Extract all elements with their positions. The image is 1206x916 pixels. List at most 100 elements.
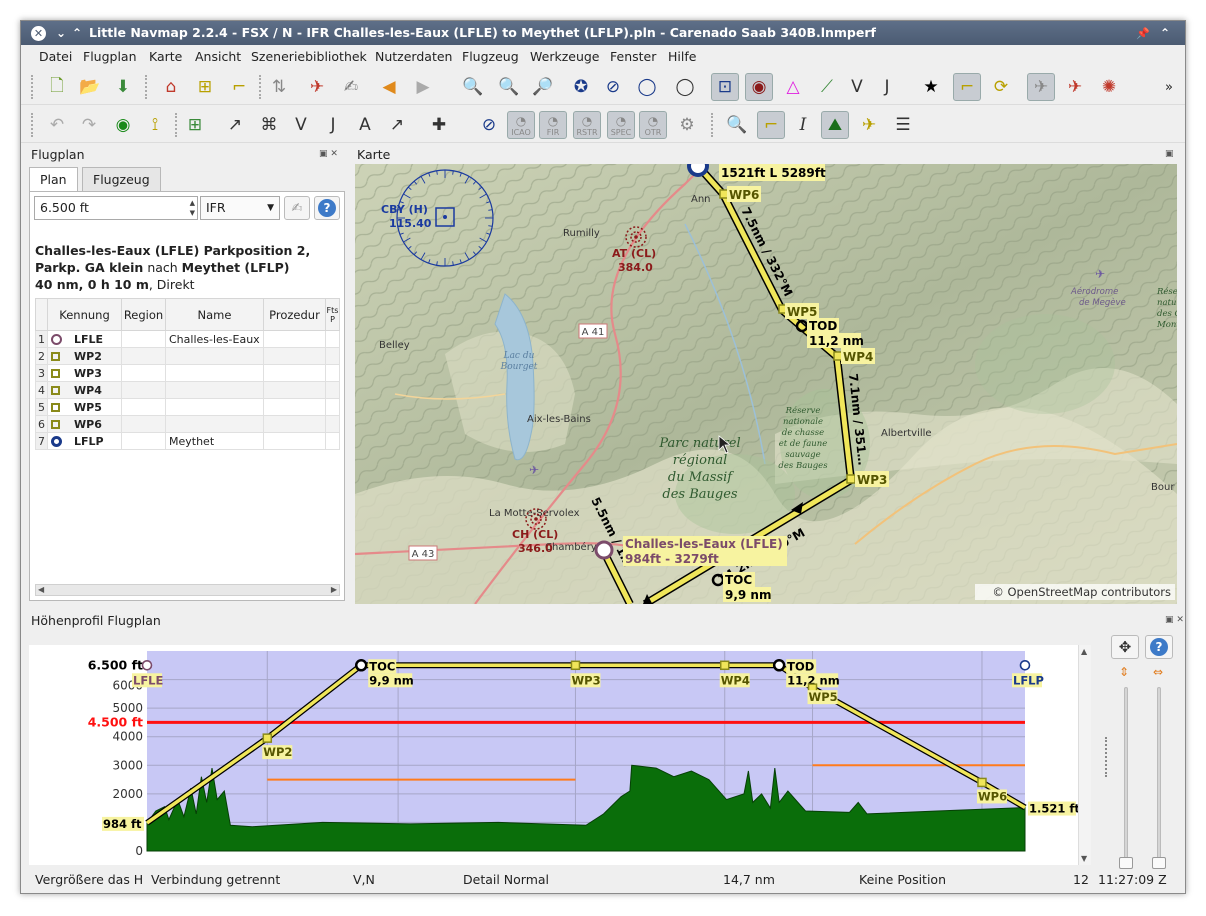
toc-icon[interactable] <box>354 659 368 672</box>
airspace-filter-icon[interactable]: ⚙ <box>673 111 701 139</box>
redo-icon[interactable]: ↷ <box>75 111 103 139</box>
edit-remarks-icon[interactable]: ✍ <box>284 196 310 220</box>
zoom-out-icon[interactable]: 🔍 <box>495 73 523 101</box>
show-airports-icon[interactable]: ◯ <box>671 73 699 101</box>
menu-karte[interactable]: Karte <box>149 49 182 64</box>
show-airspaces-icon[interactable]: ⊘ <box>475 111 503 139</box>
menu-ansicht[interactable]: Ansicht <box>195 49 241 64</box>
airspace-rstr-button[interactable]: ◔ RSTR <box>573 111 601 139</box>
route-leg-icon[interactable]: ⟟ <box>141 111 169 139</box>
flightplan-dock-buttons[interactable]: ▣ ✕ <box>319 149 338 159</box>
table-row[interactable]: 6 WP6 <box>35 415 340 433</box>
tab-flugzeug[interactable]: Flugzeug <box>82 167 161 191</box>
show-userpoints-icon[interactable]: ★ <box>917 73 945 101</box>
airspace-spec-button[interactable]: ◔ SPEC <box>607 111 635 139</box>
show-route-icon[interactable]: ⌐ <box>953 73 981 101</box>
waypoint-icon[interactable] <box>719 660 730 671</box>
tod-icon[interactable] <box>772 659 786 672</box>
calc-radio-icon[interactable]: ⌘ <box>255 111 283 139</box>
minimize-window-icon[interactable]: ⌄ <box>53 25 69 41</box>
zoom-to-plan-icon[interactable]: 🔎 <box>529 73 557 101</box>
menu-datei[interactable]: Datei <box>39 49 72 64</box>
calc-victor-icon[interactable]: V <box>287 111 315 139</box>
undo-icon[interactable]: ↶ <box>43 111 71 139</box>
col-name[interactable]: Name <box>165 298 264 331</box>
airport-icon[interactable] <box>141 659 153 671</box>
map-dock-buttons[interactable]: ▣ <box>1165 149 1174 159</box>
calculate-route-icon[interactable]: ⌐ <box>225 73 253 101</box>
map-canvas[interactable]: A 41 A 43 Ann Rumilly Belley Aix-les-Bai… <box>355 164 1177 604</box>
forward-icon[interactable]: ▶ <box>409 73 437 101</box>
destination-airport-icon[interactable] <box>1019 659 1031 671</box>
table-row[interactable]: 5 WP5 <box>35 398 340 416</box>
delete-leg-icon[interactable]: ✈ <box>303 73 331 101</box>
new-flightplan-icon[interactable]: 🗋 <box>43 73 71 101</box>
menu-werkzeuge[interactable]: Werkzeuge <box>530 49 600 64</box>
route-type-select[interactable]: IFR ▼ <box>200 196 280 220</box>
destination-airport-icon[interactable] <box>687 164 709 177</box>
airspace-otr-button[interactable]: ◔ OTR <box>639 111 667 139</box>
scroll-up-icon[interactable]: ▲ <box>1081 647 1087 656</box>
horizontal-zoom-slider[interactable] <box>1157 687 1161 863</box>
menu-szeneriebibliothek[interactable]: Szeneriebibliothek <box>251 49 367 64</box>
calc-direct-icon[interactable]: ↗ <box>221 111 249 139</box>
keep-above-icon[interactable]: ⌃ <box>1157 25 1173 41</box>
dock-splitter[interactable] <box>1105 737 1111 777</box>
profile-canvas[interactable]: 6000500040003000200010000 6.500 ft 4.500… <box>29 645 1091 865</box>
airspace-fir-button[interactable]: ◔ FIR <box>539 111 567 139</box>
zoom-in-icon[interactable]: 🔍 <box>459 73 487 101</box>
col-fts[interactable]: Fts P <box>325 298 340 331</box>
col-kennung[interactable]: Kennung <box>47 298 122 331</box>
table-row[interactable]: 4 WP4 <box>35 381 340 399</box>
tab-plan[interactable]: Plan <box>29 167 78 192</box>
show-ils-icon[interactable]: ◯ <box>633 73 661 101</box>
airspace-icao-button[interactable]: ◔ ICAO <box>507 111 535 139</box>
calc-selected-icon[interactable]: ↗ <box>383 111 411 139</box>
toolbar-grip[interactable] <box>711 113 714 137</box>
show-waypoints-icon[interactable]: △ <box>779 73 807 101</box>
pin-window-icon[interactable]: 📌 <box>1135 25 1151 41</box>
vertical-zoom-slider[interactable] <box>1124 687 1128 863</box>
toolbar-grip[interactable] <box>175 113 178 137</box>
col-region[interactable]: Region <box>121 298 166 331</box>
profile-vertical-scrollbar[interactable]: ▲ ▼ <box>1078 645 1091 865</box>
expand-profile-icon[interactable]: ✥ <box>1111 635 1139 659</box>
scroll-down-icon[interactable]: ▼ <box>1081 854 1087 863</box>
show-vor-icon[interactable]: ✪ <box>567 73 595 101</box>
legend-dock-icon[interactable]: ☰ <box>889 111 917 139</box>
show-airways-icon[interactable]: ⟋ <box>813 73 841 101</box>
edit-waypoint-icon[interactable]: ✍ <box>337 73 365 101</box>
open-flightplan-icon[interactable]: 📂 <box>76 73 104 101</box>
profile-help-button[interactable]: ? <box>1145 635 1173 659</box>
center-aircraft-icon[interactable]: ✚ <box>425 111 453 139</box>
waypoint-icon[interactable] <box>977 777 987 788</box>
table-row[interactable]: 1 LFLE Challes-les-Eaux <box>35 330 340 348</box>
toolbar-grip[interactable] <box>259 75 262 99</box>
toolbar-grip[interactable] <box>145 75 148 99</box>
search-icon[interactable]: 🔍 <box>723 111 751 139</box>
menu-flugplan[interactable]: Flugplan <box>83 49 137 64</box>
show-ndb-range-icon[interactable]: ◉ <box>745 73 773 101</box>
horizontal-zoom-handle[interactable] <box>1152 857 1166 869</box>
waypoint-icon[interactable] <box>570 660 581 671</box>
menu-flugzeug[interactable]: Flugzeug <box>462 49 519 64</box>
elevation-profile[interactable]: 6000500040003000200010000 6.500 ft 4.500… <box>29 645 1091 865</box>
show-aircraft-icon[interactable]: ✈ <box>1027 73 1055 101</box>
table-row[interactable]: 7 LFLP Meythet <box>35 432 340 450</box>
show-victor-airways-icon[interactable]: V <box>843 73 871 101</box>
table-row[interactable]: 2 WP2 <box>35 347 340 365</box>
aircraft-center-icon[interactable]: ◉ <box>109 111 137 139</box>
info-dock-icon[interactable]: I <box>789 111 817 139</box>
show-missed-approach-icon[interactable]: ⟳ <box>987 73 1015 101</box>
reverse-route-icon[interactable]: ⇅ <box>265 73 293 101</box>
flightplan-dock-icon[interactable]: ⌐ <box>757 111 785 139</box>
toolbar-grip[interactable] <box>31 113 34 137</box>
menu-nutzerdaten[interactable]: Nutzerdaten <box>375 49 452 64</box>
show-jet-airways-icon[interactable]: J <box>873 73 901 101</box>
close-window-icon[interactable]: ✕ <box>31 26 46 41</box>
show-ndb-icon[interactable]: ⊘ <box>599 73 627 101</box>
calc-both-icon[interactable]: A <box>351 111 379 139</box>
profile-dock-buttons[interactable]: ▣ ✕ <box>1165 615 1184 625</box>
show-compass-rose-icon[interactable]: ✺ <box>1095 73 1123 101</box>
calc-jet-icon[interactable]: J <box>319 111 347 139</box>
